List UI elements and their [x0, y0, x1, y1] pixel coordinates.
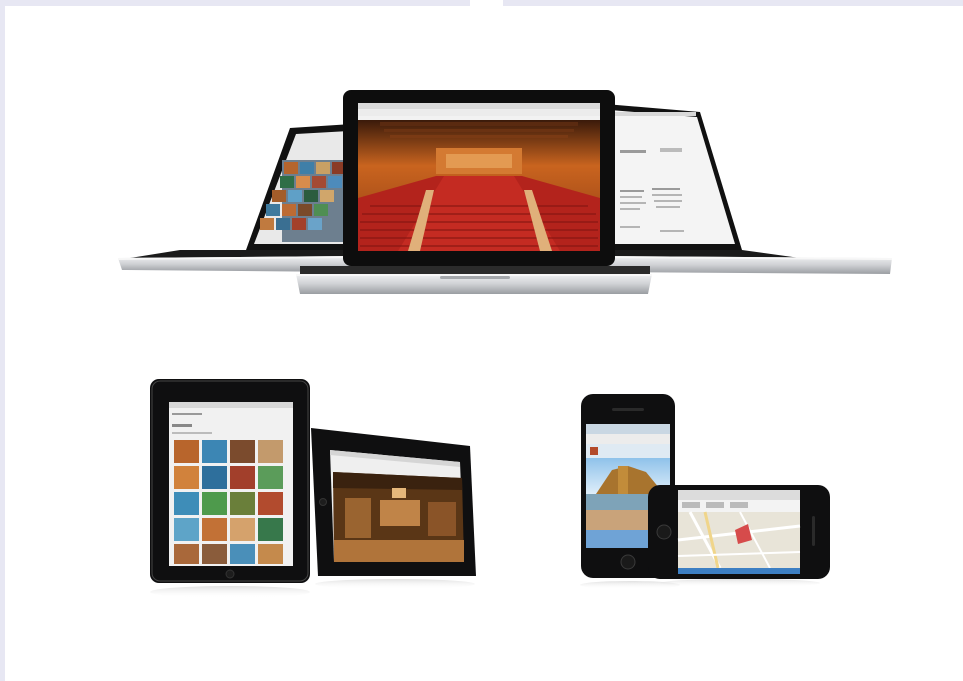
concert-hall-photo [358, 120, 600, 251]
tablet-landscape [311, 428, 476, 589]
interior-photo [333, 472, 464, 562]
laptop-right [605, 104, 892, 274]
laptop-left-photo-grid [260, 160, 348, 242]
devices-illustration [118, 90, 892, 598]
tablet-portrait [150, 379, 310, 598]
phone-landscape [648, 485, 830, 587]
laptop-left [118, 124, 352, 272]
laptop-center [296, 90, 652, 294]
